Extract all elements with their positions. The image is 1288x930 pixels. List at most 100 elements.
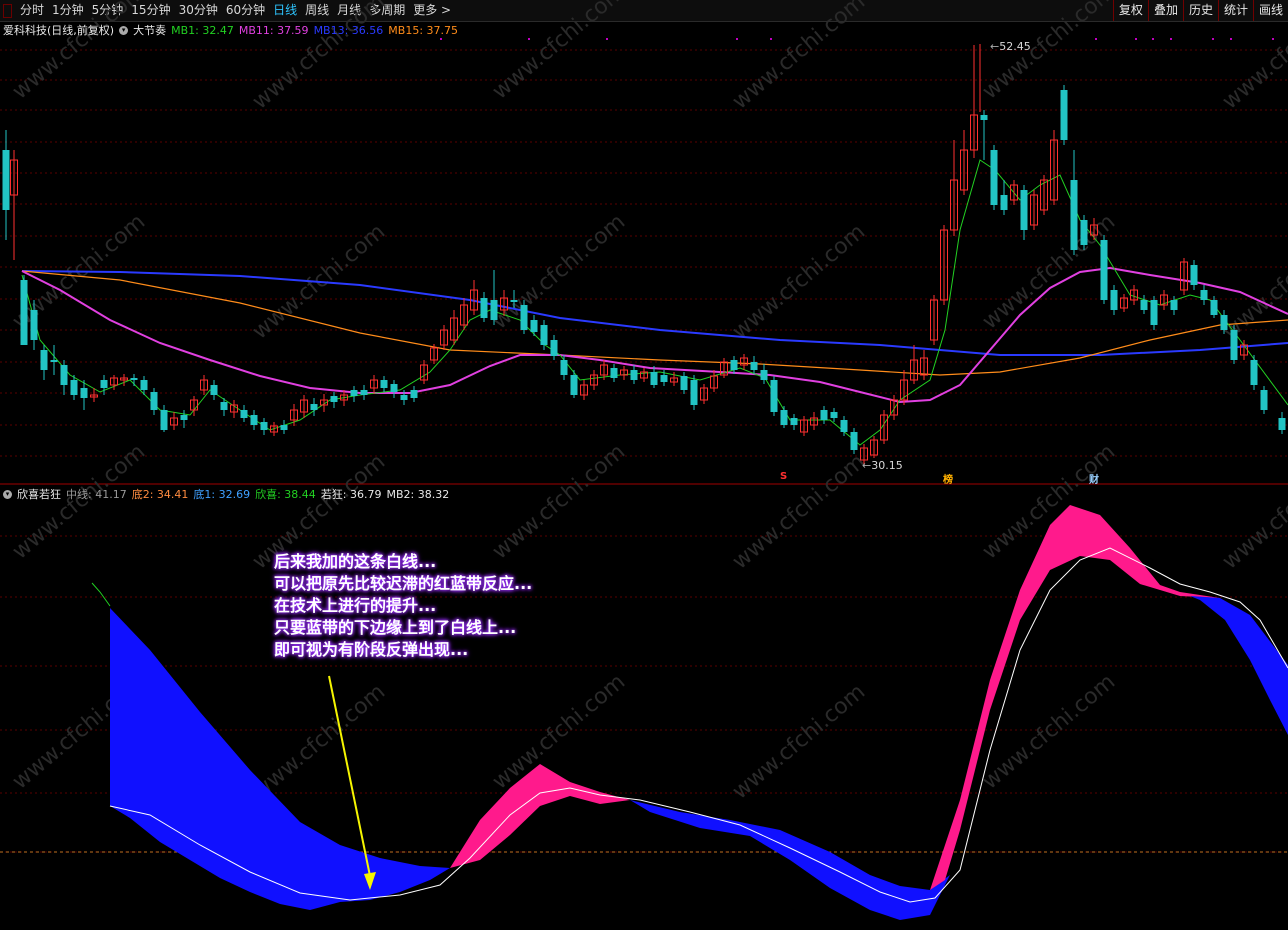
sub-legend-item: 欣喜: 38.44 [255, 488, 316, 501]
candle-body [150, 392, 158, 410]
watermark-text: www.cfchi.com [248, 0, 390, 115]
signal-dot [1170, 38, 1172, 40]
low-price-value: 30.15 [871, 459, 903, 472]
candle-body [790, 418, 798, 425]
candle-body [540, 325, 548, 345]
signal-marker-bang: 榜 [943, 475, 953, 486]
watermark-text: www.cfchi.com [488, 0, 630, 105]
sub-legend-item: 若狂: 36.79 [320, 488, 382, 501]
candle-body [330, 396, 338, 402]
candle-body [570, 375, 578, 395]
chevron-down-icon[interactable]: ▾ [119, 25, 129, 35]
annotation-text: 后来我加的这条白线... 可以把原先比较迟滞的红蓝带反应... 在技术上进行的提升.… [274, 551, 532, 661]
candle-body [760, 370, 768, 380]
candle-body [560, 360, 568, 375]
candle-body [280, 425, 288, 430]
watermark-text: www.cfchi.com [248, 679, 390, 804]
sub-legend-item: MB2: 38.32 [386, 488, 450, 501]
candle-body [210, 385, 218, 395]
candle-body [310, 404, 318, 410]
watermark-text: www.cfchi.com [978, 669, 1120, 794]
signal-dot [1212, 38, 1214, 40]
candle-body [140, 380, 148, 390]
candle-body [100, 380, 108, 388]
candle-body [530, 320, 538, 332]
candle-body [1070, 180, 1078, 250]
candle-body [730, 360, 738, 370]
candle-body [50, 360, 58, 362]
candle-body [610, 368, 618, 378]
signal-dot [1135, 38, 1137, 40]
candle-body [520, 305, 528, 330]
candle-body [400, 395, 408, 400]
candle-body [1000, 195, 1008, 210]
candle-body [770, 380, 778, 412]
ma-legend-item: MB1: 32.47 [171, 23, 234, 37]
candle-body [1150, 300, 1158, 325]
watermark-text: www.cfchi.com [8, 0, 150, 105]
watermark-text: www.cfchi.com [8, 439, 150, 564]
ma-legend-item: MB11: 37.59 [238, 23, 309, 37]
high-price-value: 52.45 [999, 40, 1031, 53]
candle-body [690, 380, 698, 405]
candle-body [630, 370, 638, 380]
candle-body [1060, 90, 1068, 140]
candle-body [1230, 330, 1238, 360]
signal-marker-cai: 财 [1089, 475, 1099, 486]
candle-body [180, 415, 188, 420]
annotation-line: 只要蓝带的下边缘上到了白线上... [274, 618, 517, 637]
candle-body [1190, 265, 1198, 285]
watermark-text: www.cfchi.com [488, 439, 630, 564]
signal-dot [1230, 38, 1232, 40]
pointer-icon: ← [990, 40, 1000, 53]
candle-body [820, 410, 828, 420]
annotation-line: 可以把原先比较迟滞的红蓝带反应... [274, 574, 533, 593]
signal-dot [440, 38, 442, 40]
candle-body [1110, 290, 1118, 310]
signal-marker-s: S [780, 471, 788, 482]
low-price-label: ←30.15 [862, 459, 903, 472]
candle-body [70, 380, 78, 395]
candle-body [510, 300, 518, 302]
ma-legend-item: MB15: 37.75 [388, 23, 459, 37]
watermark-text: www.cfchi.com [728, 449, 870, 574]
candle-body [660, 375, 668, 382]
ma-long-line [21, 270, 1288, 356]
candle-body [410, 390, 418, 398]
ma-legend-item: MB13: 36.56 [313, 23, 384, 37]
watermark-text: www.cfchi.com [1218, 449, 1288, 574]
candle-body [1220, 315, 1228, 330]
sub-indicator-name[interactable]: 欣喜若狂 [17, 486, 61, 502]
candle-body [1140, 300, 1148, 310]
candle-body [780, 410, 788, 425]
candle-body [390, 384, 398, 392]
candle-body [80, 388, 88, 398]
sub-indicator-values: 中线: 41.17 底2: 34.41 底1: 32.69 欣喜: 38.44 若狂: … [66, 486, 454, 502]
watermark-text: www.cfchi.com [728, 219, 870, 344]
candle-body [380, 380, 388, 388]
candle-body [360, 390, 368, 395]
candle-body [980, 115, 988, 120]
watermark-text: www.cfchi.com [978, 209, 1120, 334]
annotation-line: 即可视为有阶段反弹出现... [274, 640, 469, 659]
chevron-down-icon[interactable]: ▾ [3, 489, 12, 499]
candle-body [680, 376, 688, 390]
watermark-text: www.cfchi.com [1218, 0, 1288, 115]
candle-body [1210, 300, 1218, 315]
candle-body [250, 415, 258, 425]
candle-body [550, 340, 558, 356]
candle-body [480, 298, 488, 318]
ma-short-line [21, 159, 1288, 446]
signal-dot [770, 38, 772, 40]
candle-body [1260, 390, 1268, 410]
watermark-text: www.cfchi.com [1218, 219, 1288, 344]
watermark-text: www.cfchi.com [728, 0, 870, 115]
ma-legend: MB1: 32.47 MB11: 37.59 MB13: 36.56 MB15: 37… [171, 24, 463, 37]
indicator-name[interactable]: 大节奏 [133, 22, 166, 38]
annotation-line: 后来我加的这条白线... [274, 552, 437, 571]
candle-body [830, 412, 838, 418]
sub-legend-item: 底1: 32.69 [193, 488, 251, 501]
candle-body [1250, 360, 1258, 385]
candle-body [1100, 240, 1108, 300]
signal-dot [1095, 38, 1097, 40]
